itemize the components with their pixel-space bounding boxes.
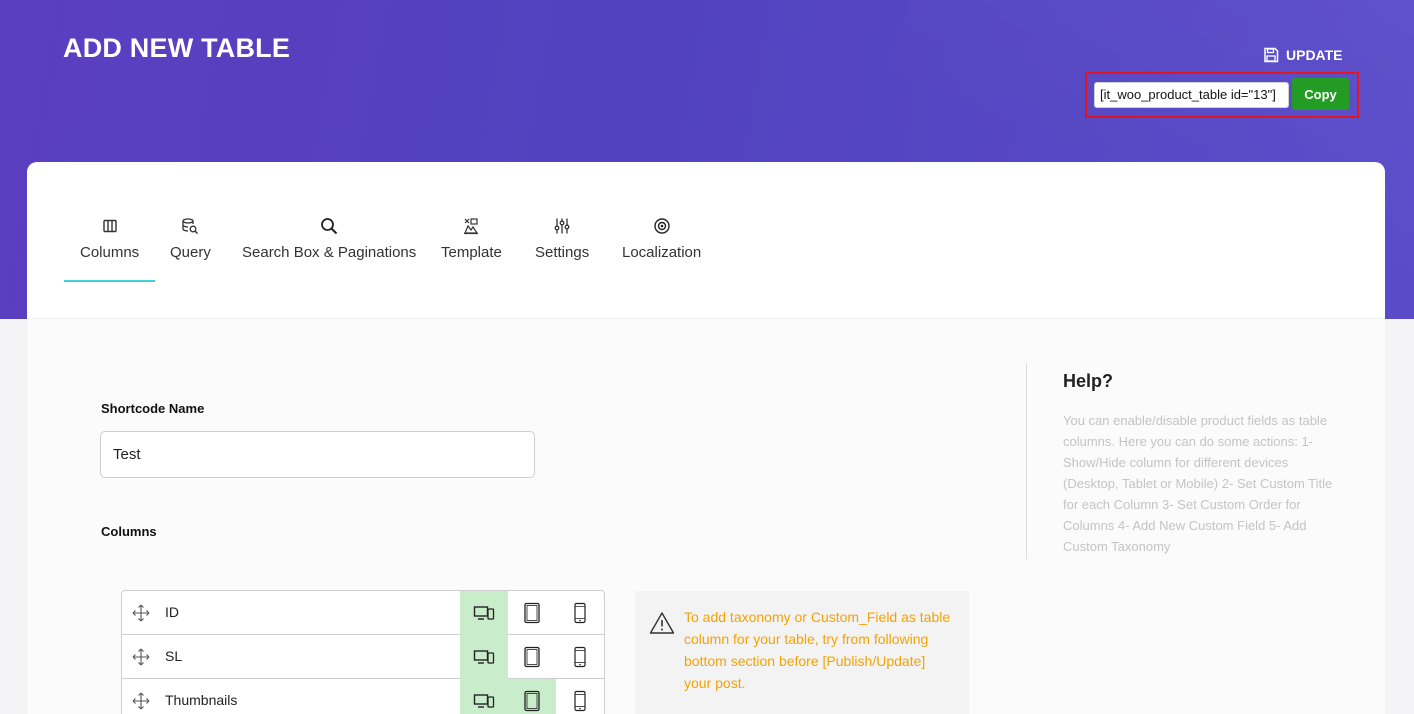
tablet-icon (524, 690, 540, 712)
tab-columns[interactable]: Columns (63, 162, 156, 282)
tablet-icon (524, 602, 540, 624)
tab-settings[interactable]: Settings (535, 162, 589, 282)
notice-text: To add taxonomy or Custom_Field as table… (684, 609, 951, 691)
help-divider (1026, 363, 1027, 559)
desktop-mobile-icon (473, 694, 495, 708)
mobile-icon (574, 690, 586, 712)
help-title: Help? (1063, 371, 1114, 391)
drag-handle-icon[interactable] (131, 603, 151, 623)
table-row: ID (122, 591, 604, 635)
tab-bar: Columns Query Search Box & Paginations T… (63, 162, 1063, 318)
tab-search-box-paginations[interactable]: Search Box & Paginations (242, 162, 416, 282)
drag-handle-icon[interactable] (131, 647, 151, 667)
tab-label: Settings (535, 244, 590, 261)
tablet-toggle[interactable] (508, 591, 556, 635)
mobile-toggle[interactable] (556, 591, 604, 635)
tab-label: Search Box & Paginations (242, 244, 417, 261)
taxonomy-notice: To add taxonomy or Custom_Field as table… (635, 591, 969, 714)
desktop-mobile-icon (473, 606, 495, 620)
mobile-toggle[interactable] (556, 635, 604, 679)
tab-label: Template (441, 244, 502, 261)
target-icon (653, 218, 670, 234)
tab-label: Localization (622, 244, 702, 261)
column-name: SL (165, 648, 183, 664)
tab-query[interactable]: Query (170, 162, 211, 282)
copy-button[interactable]: Copy (1292, 78, 1349, 110)
update-label: UPDATE (1286, 47, 1343, 63)
sliders-icon (554, 218, 570, 234)
desktop-mobile-icon (473, 650, 495, 664)
mobile-toggle[interactable] (556, 679, 604, 714)
search-icon (321, 218, 338, 235)
tablet-icon (524, 646, 540, 668)
save-icon (1264, 47, 1279, 63)
tab-label: Columns (80, 244, 140, 261)
mobile-icon (574, 602, 586, 624)
mobile-icon (574, 646, 586, 668)
tablet-toggle[interactable] (508, 635, 556, 679)
shortcode-field[interactable]: [it_woo_product_table id="13"] (1094, 82, 1289, 108)
table-row: Thumbnails (122, 679, 604, 714)
tab-localization[interactable]: Localization (622, 162, 701, 282)
shortcode-name-label: Shortcode Name (101, 401, 205, 416)
shortcode-copy-group: [it_woo_product_table id="13"] Copy (1085, 72, 1359, 118)
table-row: SL (122, 635, 604, 679)
columns-table: ID SL Thumbnails (121, 590, 605, 714)
columns-panel: Shortcode Name Columns ID (27, 319, 1385, 714)
template-icon (464, 218, 479, 235)
column-name: ID (165, 604, 179, 620)
page-title: ADD NEW TABLE (63, 33, 291, 63)
columns-label: Columns (101, 524, 157, 539)
drag-handle-icon[interactable] (131, 691, 151, 711)
desktop-toggle[interactable] (460, 635, 508, 679)
tab-template[interactable]: Template (441, 162, 502, 282)
tab-label: Query (170, 244, 211, 261)
tablet-toggle[interactable] (508, 679, 556, 714)
column-name: Thumbnails (165, 692, 238, 708)
columns-icon (102, 219, 117, 233)
database-search-icon (182, 218, 199, 235)
help-text: You can enable/disable product fields as… (1063, 413, 1333, 554)
desktop-toggle[interactable] (460, 679, 508, 714)
warning-icon (649, 612, 675, 634)
desktop-toggle[interactable] (460, 591, 508, 635)
shortcode-name-input[interactable] (100, 431, 535, 478)
update-button[interactable]: UPDATE (1263, 45, 1343, 65)
